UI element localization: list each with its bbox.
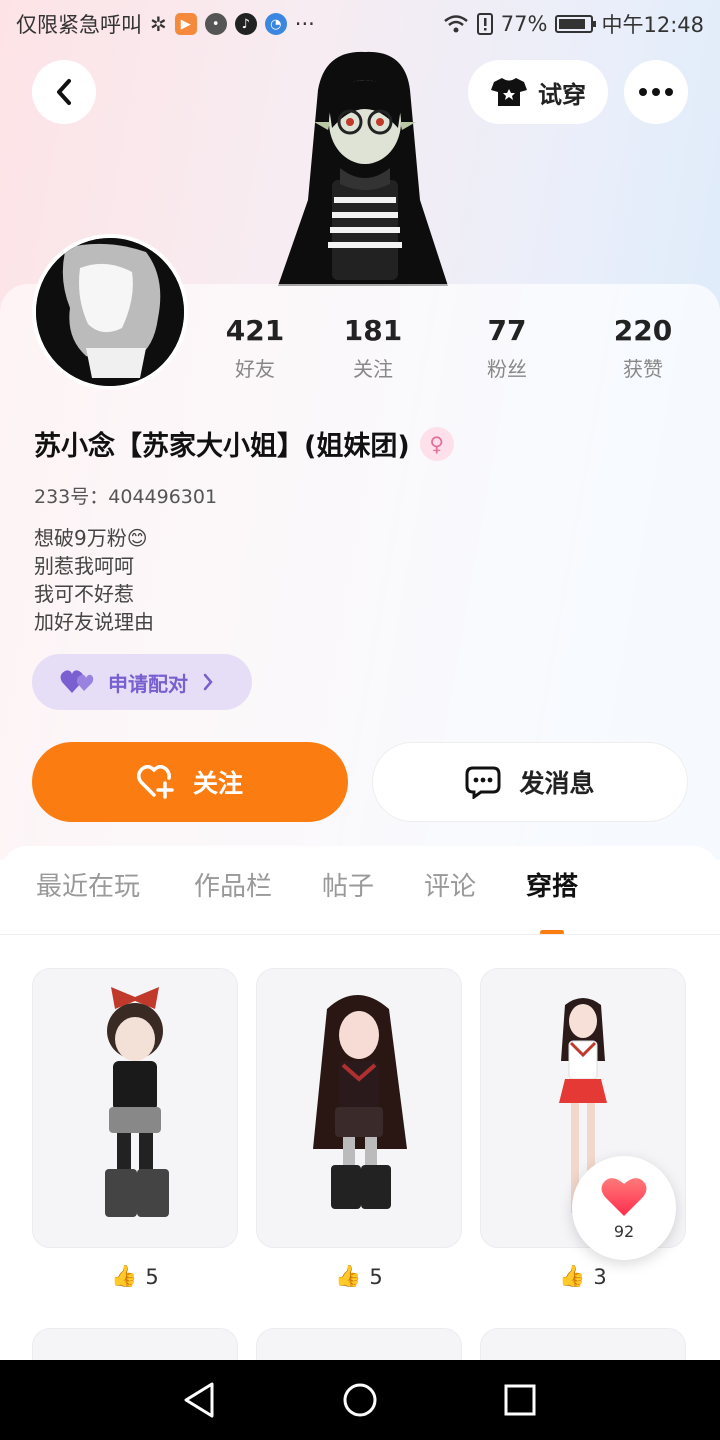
outfit-likes[interactable]: 👍 3 xyxy=(480,1264,686,1289)
carrier-text: 仅限紧急呼叫 xyxy=(16,13,142,37)
send-message-button[interactable]: 发消息 xyxy=(372,742,688,822)
bio: 想破9万粉😊 别惹我呵呵 我可不好惹 加好友说理由 xyxy=(34,524,154,636)
outfit-image xyxy=(105,987,169,1217)
stat-value: 77 xyxy=(487,314,527,347)
shirt-icon xyxy=(491,78,527,106)
request-pair-button[interactable]: 申请配对 xyxy=(32,654,252,710)
battery-icon xyxy=(555,15,597,33)
outfit-likes[interactable]: 👍 5 xyxy=(32,1264,238,1289)
outfit-card[interactable] xyxy=(256,968,462,1248)
like-count: 5 xyxy=(369,1264,383,1289)
floating-like-count: 92 xyxy=(613,1221,635,1241)
stat-label: 好友 xyxy=(235,357,275,381)
game-app-icon: • xyxy=(204,13,227,35)
follow-label: 关注 xyxy=(192,769,243,798)
tab-comments[interactable]: 评论 xyxy=(424,866,476,903)
floating-like-button[interactable]: 92 xyxy=(572,1156,676,1260)
thumbs-up-icon: 👍 xyxy=(559,1264,586,1288)
stat-likes[interactable]: 220 获赞 xyxy=(588,314,698,382)
avatar[interactable] xyxy=(32,234,188,390)
outfit-likes[interactable]: 👍 5 xyxy=(256,1264,462,1289)
hearts-icon xyxy=(60,670,94,693)
stat-value: 181 xyxy=(343,314,403,347)
more-notifications-icon: ··· xyxy=(294,12,315,36)
try-on-button[interactable]: 试穿 xyxy=(468,60,608,124)
request-pair-label: 申请配对 xyxy=(108,671,188,696)
like-count: 3 xyxy=(593,1264,607,1289)
tab-recently-played[interactable]: 最近在玩 xyxy=(36,866,140,903)
status-bar: 仅限紧急呼叫 ✲ ▶ • ♪ ◔ ··· 77% 中午12:48 xyxy=(0,0,720,48)
female-gender-icon: ♀ xyxy=(419,426,454,461)
chat-bubble-icon xyxy=(465,766,501,799)
character-figure-drawing xyxy=(278,51,448,287)
wifi-icon xyxy=(443,15,468,33)
navigation-bar xyxy=(0,1360,720,1440)
chevron-right-icon xyxy=(203,673,213,691)
stat-label: 获赞 xyxy=(623,357,663,381)
user-id: 233号：404496301 xyxy=(34,486,218,508)
bio-line: 我可不好惹 xyxy=(34,582,134,606)
tab-divider xyxy=(0,934,720,935)
stat-following[interactable]: 181 关注 xyxy=(318,314,428,382)
stat-friends[interactable]: 421 好友 xyxy=(200,314,310,382)
try-on-label: 试穿 xyxy=(538,80,586,109)
like-count: 5 xyxy=(145,1264,159,1289)
tab-posts[interactable]: 帖子 xyxy=(322,866,374,903)
stat-label: 粉丝 xyxy=(487,357,527,381)
stat-value: 421 xyxy=(225,314,285,347)
heart-plus-icon xyxy=(136,765,174,799)
avatar-image xyxy=(36,238,184,386)
send-message-label: 发消息 xyxy=(519,769,595,798)
character-avatar-figure[interactable] xyxy=(270,50,460,290)
bio-line: 加好友说理由 xyxy=(34,610,154,634)
thumbs-up-icon: 👍 xyxy=(111,1264,138,1288)
more-dots-icon xyxy=(639,88,673,96)
sim-alert-icon xyxy=(476,13,493,35)
stat-value: 220 xyxy=(613,314,673,347)
home-circle-icon[interactable] xyxy=(340,1380,380,1420)
bio-line: 想破9万粉😊 xyxy=(34,526,148,550)
profile-tabs: 最近在玩 作品栏 帖子 评论 穿搭 xyxy=(0,866,720,936)
outfit-card[interactable] xyxy=(32,968,238,1248)
back-button[interactable] xyxy=(32,60,96,124)
chevron-left-icon xyxy=(57,79,71,105)
stat-fans[interactable]: 77 粉丝 xyxy=(452,314,562,382)
battery-percent: 77% xyxy=(500,12,548,36)
nickname: 苏小念【苏家大小姐】(姐妹团) ♀ xyxy=(34,424,454,463)
browser-icon: ◔ xyxy=(264,13,287,35)
more-button[interactable] xyxy=(624,60,688,124)
follow-button[interactable]: 关注 xyxy=(32,742,348,822)
tab-outfits[interactable]: 穿搭 xyxy=(526,866,578,903)
pinwheel-icon: ✲ xyxy=(150,12,167,36)
tiktok-icon: ♪ xyxy=(234,13,257,35)
tab-works[interactable]: 作品栏 xyxy=(194,866,272,903)
clock: 中午12:48 xyxy=(601,13,704,37)
profile-stats: 421 好友 181 关注 77 粉丝 220 获赞 xyxy=(200,314,700,394)
thumbs-up-icon: 👍 xyxy=(335,1264,362,1288)
recent-apps-icon[interactable] xyxy=(500,1380,540,1420)
nickname-text: 苏小念【苏家大小姐】(姐妹团) xyxy=(34,431,410,462)
stat-label: 关注 xyxy=(353,357,393,381)
outfit-image xyxy=(313,995,407,1209)
bio-line: 别惹我呵呵 xyxy=(34,554,134,578)
heart-icon xyxy=(601,1177,647,1216)
video-app-icon: ▶ xyxy=(174,13,197,35)
back-triangle-icon[interactable] xyxy=(180,1380,220,1420)
